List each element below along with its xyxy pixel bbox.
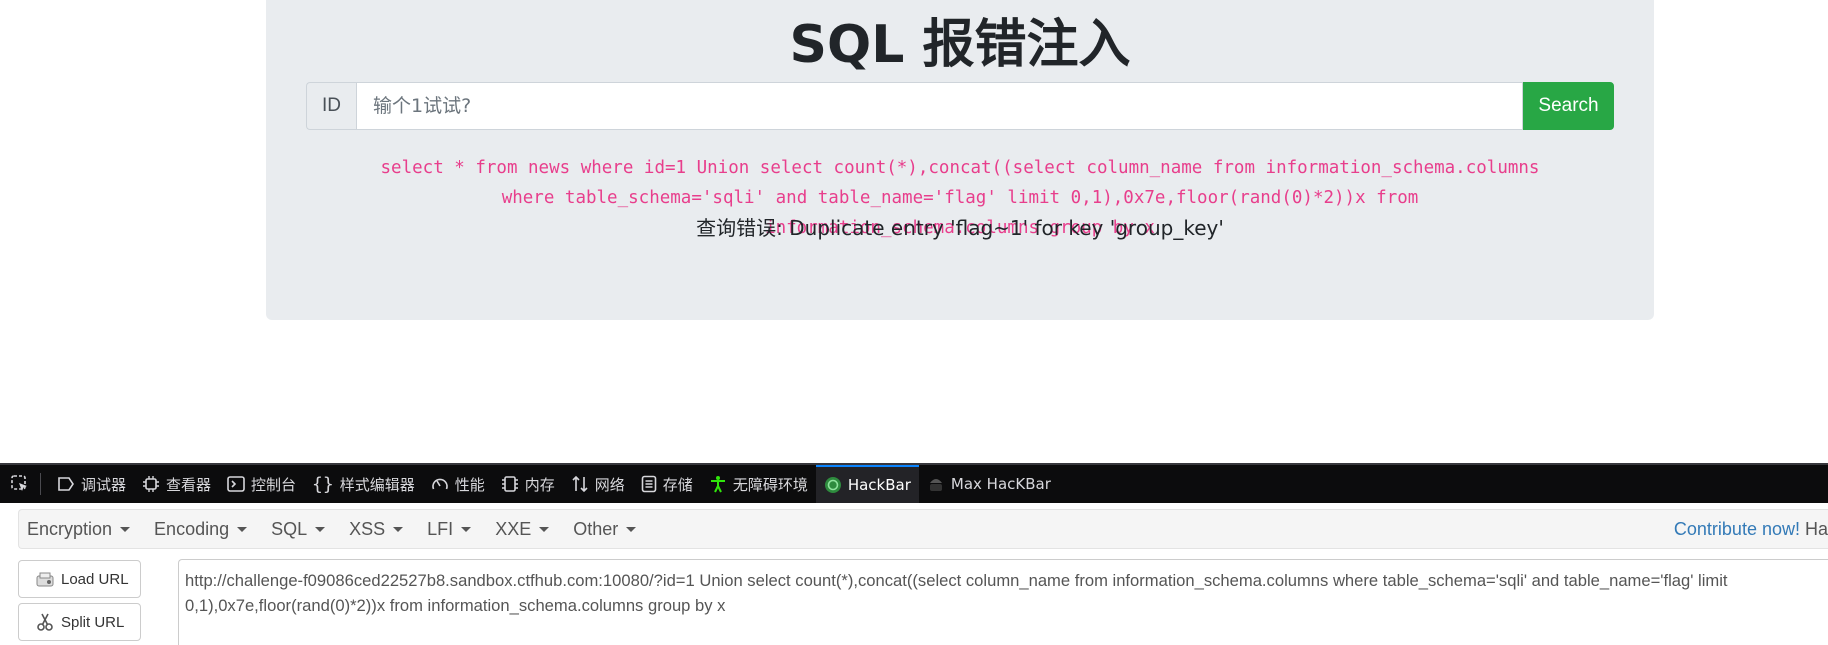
menu-other[interactable]: Other: [561, 519, 648, 540]
id-label: ID: [306, 82, 356, 130]
split-url-label: Split URL: [61, 613, 125, 631]
caret-down-icon: [461, 526, 472, 532]
caret-down-icon: [539, 526, 550, 532]
tab-label: 查看器: [166, 475, 212, 494]
tab-label: 控制台: [251, 475, 297, 494]
menu-label: LFI: [427, 518, 454, 539]
hackbar-panel: Encryption Encoding SQL XSS LFI XXE Othe…: [0, 503, 1828, 645]
tab-inspector[interactable]: 查看器: [134, 465, 219, 503]
tab-storage[interactable]: 存储: [633, 465, 701, 503]
tab-label: 内存: [524, 475, 555, 494]
caret-down-icon: [393, 526, 404, 532]
memory-icon: [501, 476, 518, 492]
tab-accessibility[interactable]: 无障碍环境: [701, 465, 816, 503]
element-picker-icon[interactable]: [0, 465, 40, 503]
style-editor-icon: {}: [312, 473, 334, 495]
split-url-button[interactable]: Split URL: [18, 603, 141, 641]
menu-xss[interactable]: XSS: [337, 519, 415, 540]
tab-label: 无障碍环境: [732, 475, 808, 494]
menu-lfi[interactable]: LFI: [415, 519, 483, 540]
load-url-button[interactable]: Load URL: [18, 560, 141, 598]
tab-memory[interactable]: 内存: [493, 465, 563, 503]
jumbotron: SQL 报错注入 ID Search select * from news wh…: [266, 0, 1654, 320]
menu-label: XSS: [349, 518, 386, 539]
tab-label: 存储: [662, 475, 693, 494]
menu-label: SQL: [271, 518, 308, 539]
devtools-toolbar: 调试器 查看器 控制台 {} 样式编辑器 性能 内存 网络 存储 无障碍环境 H…: [0, 463, 1828, 503]
tab-console[interactable]: 控制台: [219, 465, 304, 503]
caret-down-icon: [626, 526, 637, 532]
tab-label: 样式编辑器: [339, 475, 415, 494]
contribute-link[interactable]: Contribute now!: [1674, 519, 1800, 540]
menu-xxe[interactable]: XXE: [483, 519, 561, 540]
caret-down-icon: [120, 526, 131, 532]
tab-label: Max HacKBar: [950, 475, 1051, 493]
tab-performance[interactable]: 性能: [423, 465, 493, 503]
caret-down-icon: [237, 526, 248, 532]
tab-label: 网络: [594, 475, 625, 494]
menu-encoding[interactable]: Encoding: [142, 519, 259, 540]
network-icon: [572, 475, 588, 493]
tab-style-editor[interactable]: {} 样式编辑器: [304, 465, 423, 503]
menu-sql[interactable]: SQL: [259, 519, 337, 540]
load-url-label: Load URL: [61, 570, 129, 588]
performance-icon: [431, 478, 448, 490]
scissors-icon: [37, 613, 53, 631]
menu-label: Encoding: [154, 518, 230, 539]
contribute-rest-text: Ha: [1804, 518, 1828, 539]
tab-debugger[interactable]: 调试器: [49, 465, 134, 503]
menu-label: XXE: [495, 518, 532, 539]
error-message: 查询错误: Duplicate entry 'flag~1' for key '…: [696, 216, 1224, 240]
search-button[interactable]: Search: [1523, 82, 1614, 130]
hackbar-icon: [824, 477, 841, 493]
tab-hackbar[interactable]: HackBar: [815, 465, 919, 503]
tab-label: 性能: [454, 475, 485, 494]
caret-down-icon: [315, 526, 326, 532]
tab-label: HackBar: [847, 476, 911, 494]
accessibility-icon: [710, 476, 725, 493]
tab-network[interactable]: 网络: [563, 465, 633, 503]
menu-encryption[interactable]: Encryption: [19, 519, 142, 540]
max-hackbar-icon: [929, 479, 942, 491]
load-url-icon: [36, 572, 54, 587]
toolbar-separator: [40, 473, 41, 495]
tab-max-hackbar[interactable]: Max HacKBar: [919, 465, 1059, 503]
page-title: SQL 报错注入: [789, 15, 1131, 75]
storage-icon: [641, 475, 657, 493]
url-textarea[interactable]: http://challenge-f09086ced22527b8.sandbo…: [178, 559, 1828, 645]
search-form: ID Search: [306, 82, 1614, 130]
menu-label: Other: [573, 518, 619, 539]
menu-label: Encryption: [27, 518, 113, 539]
id-input[interactable]: [356, 82, 1523, 130]
console-icon: [227, 476, 245, 492]
browser-viewport: SQL 报错注入 ID Search select * from news wh…: [0, 0, 1828, 645]
inspector-icon: [143, 476, 160, 492]
hackbar-menu: Encryption Encoding SQL XSS LFI XXE Othe…: [18, 509, 1828, 549]
tab-label: 调试器: [81, 475, 127, 494]
debugger-icon: [58, 477, 74, 491]
contribute-area: Contribute now! Ha: [1674, 510, 1828, 548]
